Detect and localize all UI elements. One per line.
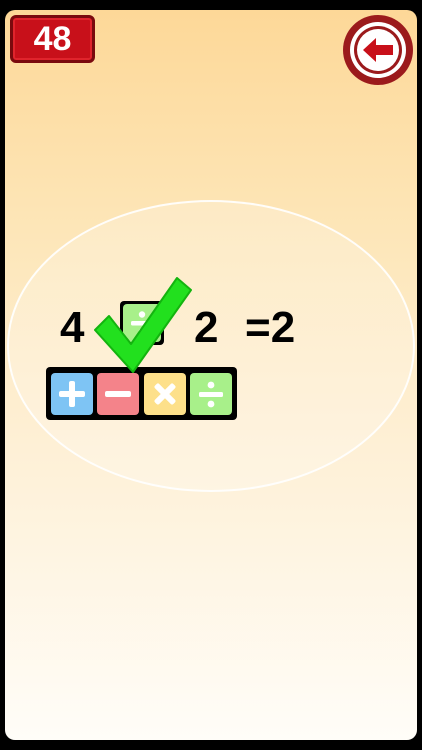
game-screen: 48 4 2 =2 (5, 10, 417, 740)
minus-operator-button[interactable] (97, 372, 140, 415)
result-text: =2 (245, 303, 296, 352)
plus-icon (59, 380, 85, 407)
back-button[interactable] (343, 15, 413, 85)
divide-icon (198, 381, 223, 407)
arrow-left-icon (363, 38, 393, 62)
score-counter: 48 (10, 15, 95, 63)
checkmark-icon (94, 277, 192, 373)
left-operand: 4 (60, 303, 85, 352)
plus-operator-button[interactable] (51, 372, 93, 415)
multiply-icon (154, 383, 176, 404)
score-value: 48 (33, 19, 72, 58)
multiply-operator-button[interactable] (143, 372, 186, 415)
minus-icon (105, 390, 132, 397)
divide-operator-button[interactable] (189, 372, 232, 415)
right-operand: 2 (194, 303, 219, 352)
